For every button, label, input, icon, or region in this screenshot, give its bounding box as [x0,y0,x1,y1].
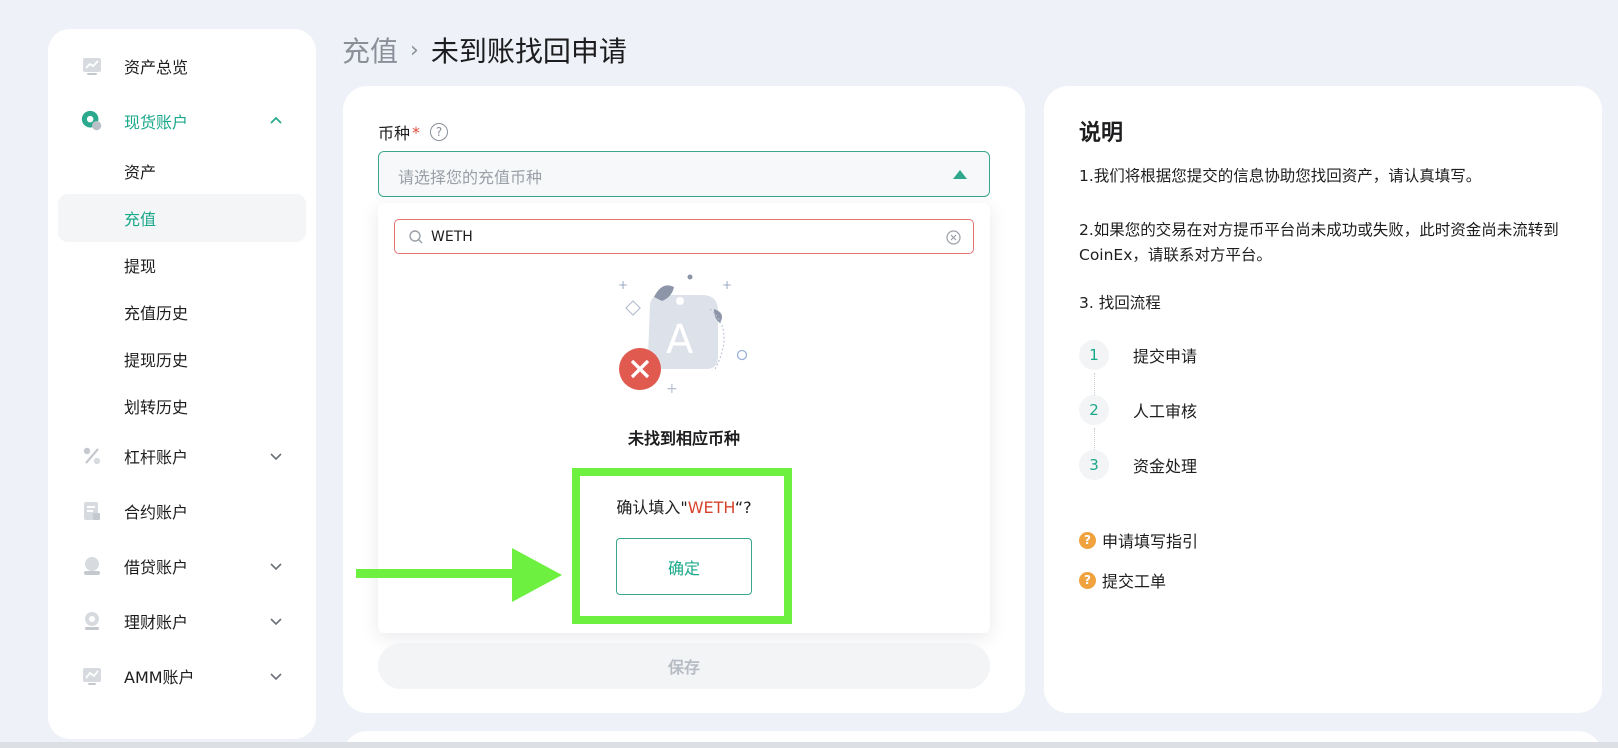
sidebar-item-label: 理财账户 [124,613,189,632]
sidebar-item-label: AMM账户 [124,668,195,687]
chart-card-icon [80,54,104,78]
sidebar-item-label: 杠杆账户 [124,448,189,467]
sidebar-item-amm-account[interactable]: AMM账户 [58,652,306,700]
highlight-annotation-box [572,468,792,624]
sidebar-item-label: 现货账户 [124,113,189,132]
sidebar-sub-assets[interactable]: 资产 [58,147,306,195]
sidebar-item-futures-account[interactable]: 合约账户 [58,487,306,535]
instructions-title: 说明 [1079,121,1124,146]
coin-select-placeholder: 请选择您的充值币种 [398,168,543,187]
coin-search-box[interactable] [394,219,974,254]
instructions-card: 说明 1.我们将根据您提交的信息协助您找回资产，请认真填写。 2.如果您的交易在… [1044,86,1602,713]
step-connector [1094,428,1095,450]
chevron-up-icon[interactable] [268,113,284,129]
coin-search-input[interactable] [431,226,931,248]
required-mark: * [412,122,421,142]
window-bottom-edge [0,742,1618,748]
sidebar-item-spot-account[interactable]: 现货账户 [58,97,306,145]
contract-doc-icon [80,499,104,523]
search-icon [408,229,424,245]
no-coin-found-text: 未找到相应币种 [627,429,740,448]
coin-label-text: 币种 [378,124,411,143]
amm-chart-icon [80,664,104,688]
sidebar-item-assets-overview[interactable]: 资产总览 [58,42,306,90]
sidebar-sub-withdraw[interactable]: 提现 [58,241,306,289]
instructions-paragraph-1: 1.我们将根据您提交的信息协助您找回资产，请认真填写。 [1079,167,1482,185]
sidebar-item-label: 合约账户 [124,503,189,522]
caret-up-icon [953,170,967,179]
help-icon[interactable]: ? [430,123,449,141]
application-guide-link[interactable]: ? 申请填写指引 [1079,529,1198,551]
process-step: 2 人工审核 [1079,395,1197,425]
svg-text:A: A [666,317,694,363]
chevron-down-icon[interactable] [268,558,284,574]
link-label: 提交工单 [1102,572,1167,591]
breadcrumb-separator: › [410,37,419,63]
svg-text:+: + [722,278,732,292]
sidebar-sub-withdraw-history[interactable]: 提现历史 [58,335,306,383]
question-icon: ? [1079,531,1096,549]
sidebar-item-label: 资产总览 [124,58,189,77]
chevron-down-icon[interactable] [268,668,284,684]
step-label: 人工审核 [1133,402,1198,421]
step-label: 提交申请 [1133,347,1198,366]
page-title: 未到账找回申请 [430,35,627,68]
instructions-paragraph-2: 2.如果您的交易在对方提币平台尚未成功或失败，此时资金尚未流转到CoinEx，请… [1079,221,1559,264]
clear-icon[interactable] [946,230,961,245]
sidebar-sub-deposit[interactable]: 充值 [58,194,306,242]
step-number-badge: 2 [1079,395,1109,425]
sidebar-sub-label: 提现 [124,257,157,276]
sidebar-item-finance-account[interactable]: 理财账户 [58,597,306,645]
question-icon: ? [1079,571,1096,589]
process-step: 1 提交申请 [1079,340,1197,370]
loan-coins-icon [80,554,104,578]
sidebar: 资产总览 现货账户 资产 充值 提现 充值历史 提现历史 划转历史 杠杆账户 合… [48,29,316,739]
sidebar-sub-label: 资产 [124,163,157,182]
sidebar-item-label: 借贷账户 [124,558,189,577]
sidebar-item-loan-account[interactable]: 借贷账户 [58,542,306,590]
coin-field-label: 币种 * ? [378,120,449,144]
sidebar-sub-deposit-history[interactable]: 充值历史 [58,288,306,336]
step-number-badge: 3 [1079,450,1109,480]
percent-icon [80,444,104,468]
step-connector [1094,373,1095,395]
svg-text:+: + [666,381,678,397]
link-label: 申请填写指引 [1102,532,1199,551]
sidebar-item-margin-account[interactable]: 杠杆账户 [58,432,306,480]
step-number-badge: 1 [1079,340,1109,370]
spot-coins-icon [80,109,104,133]
breadcrumb: 充值 › 未到账找回申请 [342,30,627,70]
arrow-right-icon [356,548,562,602]
chevron-down-icon[interactable] [268,613,284,629]
empty-result-illustration-icon: + + + A [614,273,754,398]
step-label: 资金处理 [1133,457,1198,476]
submit-ticket-link[interactable]: ? 提交工单 [1079,569,1166,591]
sidebar-sub-label: 划转历史 [124,398,189,417]
breadcrumb-parent[interactable]: 充值 [342,30,398,70]
process-step: 3 资金处理 [1079,450,1197,480]
sidebar-sub-label: 提现历史 [124,351,189,370]
coin-select[interactable]: 请选择您的充值币种 [378,151,990,197]
instructions-paragraph-3: 3. 找回流程 [1079,294,1161,312]
sidebar-sub-label: 充值 [124,210,157,229]
finance-coins-icon [80,609,104,633]
svg-text:+: + [618,278,628,292]
save-button[interactable]: 保存 [378,643,990,689]
sidebar-sub-transfer-history[interactable]: 划转历史 [58,382,306,430]
sidebar-sub-label: 充值历史 [124,304,189,323]
chevron-down-icon[interactable] [268,448,284,464]
